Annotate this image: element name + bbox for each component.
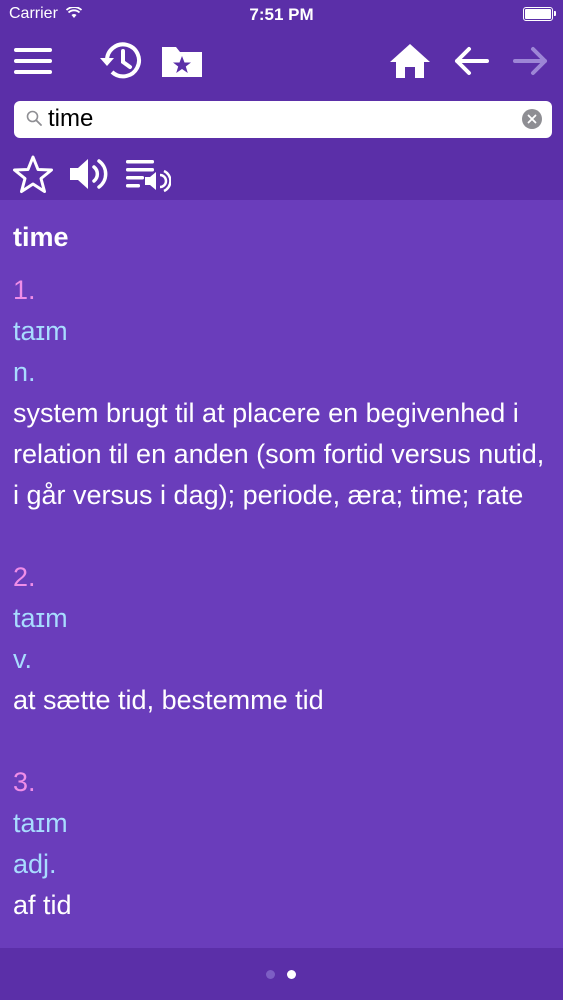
headword: time [13, 222, 69, 252]
star-icon [13, 155, 53, 193]
search-input[interactable] [48, 104, 508, 134]
favorite-button[interactable] [11, 152, 55, 196]
sense-item: 3. taɪm adj. af tid [13, 762, 548, 926]
sense-item: 1. taɪm n. system brugt til at placere e… [13, 270, 548, 516]
pronunciation: taɪm [13, 808, 68, 838]
pronounce-button[interactable] [66, 152, 112, 196]
clock: 7:51 PM [249, 5, 314, 24]
page-dot-2-active[interactable] [287, 970, 296, 979]
top-toolbar [0, 30, 563, 92]
back-button[interactable] [448, 38, 494, 84]
forward-button[interactable] [508, 38, 554, 84]
search-box[interactable] [14, 101, 552, 138]
play-all-button[interactable] [124, 152, 172, 196]
favorites-folder-icon [162, 47, 202, 77]
part-of-speech: adj. [13, 849, 57, 879]
forward-arrow-icon [513, 47, 547, 75]
definition-text: system brugt til at placere en begivenhe… [13, 398, 545, 510]
home-button[interactable] [387, 38, 433, 84]
definition-view: time 1. taɪm n. system brugt til at plac… [0, 200, 563, 948]
menu-icon [14, 48, 52, 74]
part-of-speech: v. [13, 644, 32, 674]
pronunciation: taɪm [13, 603, 68, 633]
status-bar: Carrier 7:51 PM [0, 0, 563, 30]
definition-text: af tid [13, 890, 72, 920]
play-list-audio-icon [126, 160, 171, 193]
clear-search-icon[interactable] [522, 109, 542, 129]
page-indicator-bar [0, 948, 563, 1000]
history-button[interactable] [98, 38, 144, 84]
speaker-icon [70, 159, 108, 189]
search-icon [26, 110, 42, 131]
definition-text: at sætte tid, bestemme tid [13, 685, 324, 715]
action-bar [0, 148, 563, 200]
sense-number: 1. [13, 275, 36, 305]
home-icon [390, 44, 430, 78]
history-icon [100, 42, 141, 79]
search-bar [0, 92, 563, 148]
page-dot-1[interactable] [266, 970, 275, 979]
favorites-button[interactable] [159, 38, 205, 84]
pronunciation: taɪm [13, 316, 68, 346]
sense-item: 2. taɪm v. at sætte tid, bestemme tid [13, 557, 548, 721]
menu-button[interactable] [10, 38, 56, 84]
sense-number: 3. [13, 767, 36, 797]
sense-list: 1. taɪm n. system brugt til at placere e… [13, 270, 548, 948]
part-of-speech: n. [13, 357, 36, 387]
sense-number: 2. [13, 562, 36, 592]
battery-icon [523, 7, 556, 21]
back-arrow-icon [455, 47, 489, 75]
